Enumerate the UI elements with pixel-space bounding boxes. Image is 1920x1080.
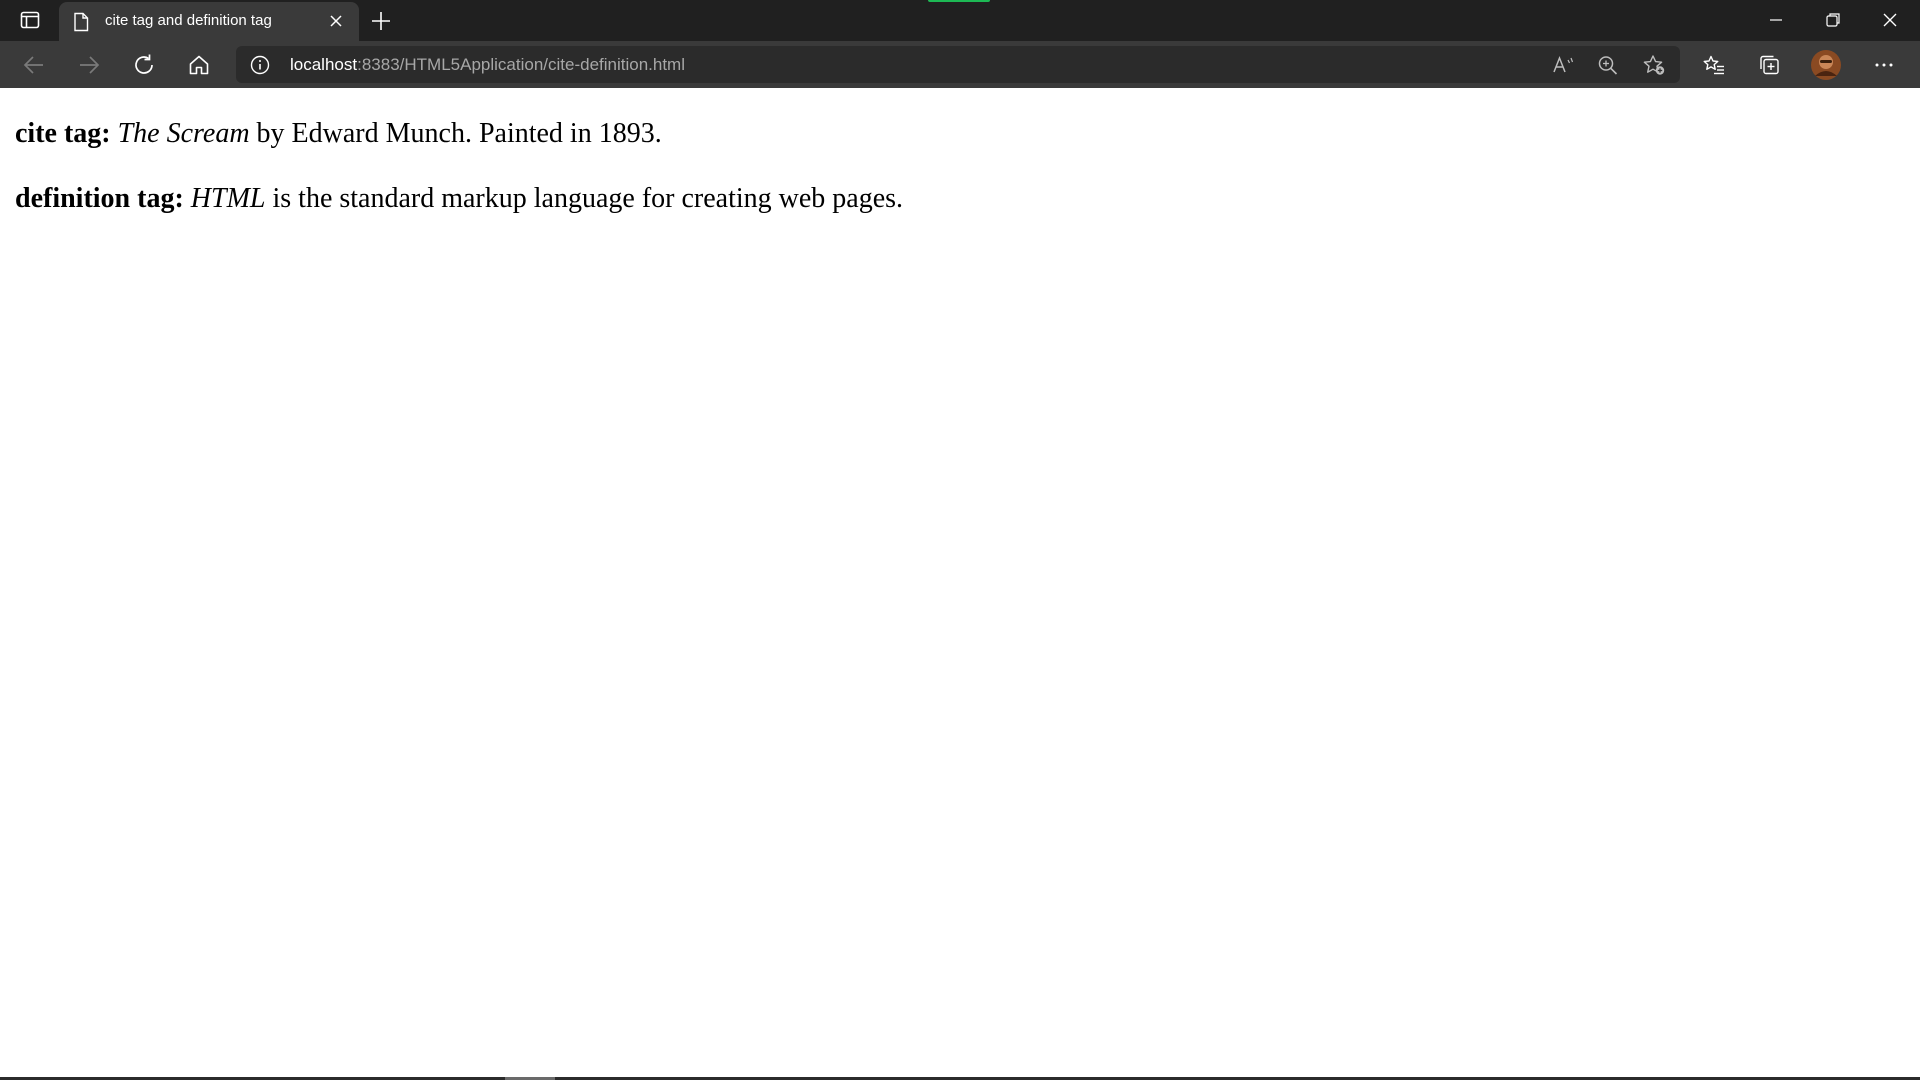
read-aloud-icon[interactable] bbox=[1551, 54, 1575, 76]
refresh-button[interactable] bbox=[128, 49, 160, 81]
url-host: localhost bbox=[290, 55, 358, 74]
refresh-icon bbox=[135, 54, 153, 74]
page-content: cite tag: The Scream by Edward Munch. Pa… bbox=[0, 88, 1920, 1078]
home-icon bbox=[189, 55, 209, 75]
collections-button[interactable] bbox=[1754, 49, 1786, 81]
favorites-icon bbox=[1703, 55, 1724, 75]
avatar bbox=[1811, 50, 1841, 80]
home-button[interactable] bbox=[183, 49, 215, 81]
url-path: :8383/HTML5Application/cite-definition.h… bbox=[357, 55, 685, 74]
forward-arrow-icon bbox=[80, 56, 100, 74]
forward-button[interactable] bbox=[73, 49, 105, 81]
cite-rest-text: by Edward Munch. Painted in 1893. bbox=[249, 118, 662, 149]
zoom-in-icon[interactable] bbox=[1596, 54, 1620, 76]
definition-term: HTML bbox=[190, 183, 266, 214]
restore-icon[interactable] bbox=[1820, 8, 1846, 32]
favorites-button[interactable] bbox=[1698, 49, 1730, 81]
address-bar[interactable]: localhost:8383/HTML5Application/cite-def… bbox=[236, 46, 1680, 83]
profile-button[interactable] bbox=[1810, 49, 1842, 81]
minimize-icon[interactable] bbox=[1763, 8, 1789, 32]
tab-actions-button[interactable] bbox=[12, 6, 48, 34]
status-indicator bbox=[928, 0, 990, 2]
plus-icon[interactable] bbox=[368, 8, 394, 34]
url-text[interactable]: localhost:8383/HTML5Application/cite-def… bbox=[290, 55, 685, 75]
definition-rest-text: is the standard markup language for crea… bbox=[265, 183, 904, 214]
back-button[interactable] bbox=[18, 49, 50, 81]
tab-title: cite tag and definition tag bbox=[105, 12, 272, 29]
cite-text: The Scream bbox=[117, 118, 250, 149]
tab-strip: cite tag and definition tag bbox=[0, 0, 1920, 41]
collections-icon bbox=[1760, 55, 1779, 75]
definition-label: definition tag: bbox=[15, 183, 184, 214]
info-icon[interactable] bbox=[250, 55, 270, 75]
more-icon bbox=[1875, 63, 1893, 67]
close-window-icon[interactable] bbox=[1877, 8, 1903, 32]
tab-active[interactable]: cite tag and definition tag bbox=[59, 2, 359, 41]
back-arrow-icon bbox=[23, 56, 43, 74]
tab-actions-icon bbox=[20, 11, 40, 29]
page-icon bbox=[74, 12, 89, 32]
more-menu-button[interactable] bbox=[1868, 49, 1900, 81]
cite-paragraph: cite tag: The Scream by Edward Munch. Pa… bbox=[15, 118, 662, 150]
add-favorite-icon[interactable] bbox=[1642, 54, 1666, 76]
browser-window: cite tag and definition tag localhost:83… bbox=[0, 0, 1920, 1080]
close-icon[interactable] bbox=[327, 12, 345, 30]
browser-toolbar: localhost:8383/HTML5Application/cite-def… bbox=[0, 41, 1920, 88]
cite-label: cite tag: bbox=[15, 118, 111, 149]
definition-paragraph: definition tag: HTML is the standard mar… bbox=[15, 183, 903, 215]
